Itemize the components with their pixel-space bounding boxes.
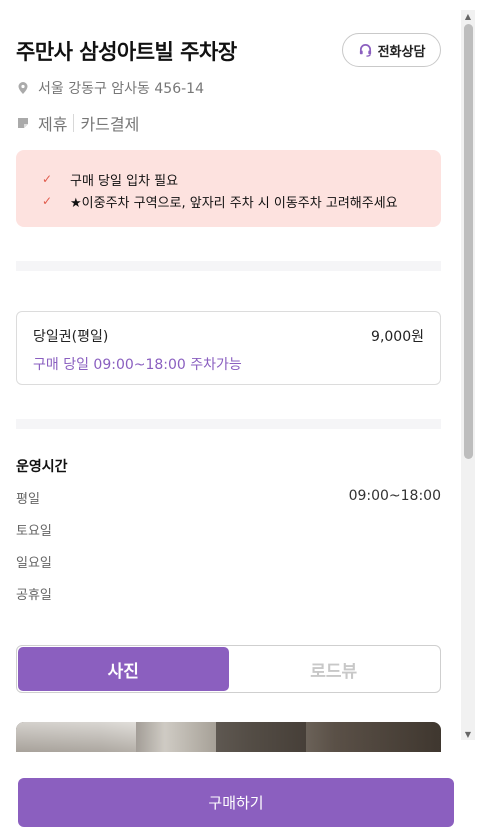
view-toggle: 사진 로드뷰 xyxy=(16,645,441,693)
tag-partner: 제휴 xyxy=(38,115,68,134)
scrollbar-thumb[interactable] xyxy=(464,24,473,459)
tag-card-payment: 카드결제 xyxy=(80,115,140,134)
call-consult-button[interactable]: 전화상담 xyxy=(342,33,441,67)
headset-icon xyxy=(359,43,371,57)
ticket-card[interactable]: 당일권(평일) 9,000원 구매 당일 09:00~18:00 주차가능 xyxy=(16,311,441,385)
notice-text: 구매 당일 입차 필요 xyxy=(70,173,179,189)
call-consult-label: 전화상담 xyxy=(377,44,426,60)
buy-button[interactable]: 구매하기 xyxy=(18,778,454,827)
hours-day: 일요일 xyxy=(16,556,52,571)
check-icon: ✓ xyxy=(42,172,53,186)
address-row: 서울 강동구 암사동 456-14 xyxy=(16,78,204,98)
ticket-price: 9,000원 xyxy=(371,329,424,345)
hours-day: 공휴일 xyxy=(16,588,52,603)
hours-day: 평일 xyxy=(16,492,40,507)
hours-title: 운영시간 xyxy=(16,459,68,475)
ticket-name: 당일권(평일) xyxy=(33,329,109,345)
hours-time: 09:00~18:00 xyxy=(348,488,441,504)
ticket-availability: 구매 당일 09:00~18:00 주차가능 xyxy=(33,357,242,373)
hours-row-sunday: 일요일 xyxy=(16,552,441,571)
scroll-down-arrow-icon[interactable]: ▼ xyxy=(461,728,475,740)
scroll-up-arrow-icon[interactable]: ▲ xyxy=(461,10,475,22)
tag-divider xyxy=(73,114,75,132)
address-text: 서울 강동구 암사동 456-14 xyxy=(38,81,204,97)
check-icon: ✓ xyxy=(42,194,53,208)
notice-box: ✓ 구매 당일 입차 필요 ✓ ★이중주차 구역으로, 앞자리 주차 시 이동주… xyxy=(16,150,441,227)
location-pin-icon xyxy=(18,82,28,94)
parking-photo xyxy=(16,722,441,752)
section-divider xyxy=(16,419,441,429)
hours-day: 토요일 xyxy=(16,524,52,539)
notice-item: ✓ 구매 당일 입차 필요 xyxy=(42,168,441,190)
hours-row-saturday: 토요일 xyxy=(16,520,441,539)
tab-roadview[interactable]: 로드뷰 xyxy=(229,647,440,691)
hours-row-holiday: 공휴일 xyxy=(16,584,441,603)
hours-row-weekday: 평일 09:00~18:00 xyxy=(16,488,441,507)
tag-row: 제휴 카드결제 xyxy=(16,111,139,135)
page-title: 주만사 삼성아트빌 주차장 xyxy=(16,40,237,64)
section-divider xyxy=(16,261,441,271)
tag-icon xyxy=(18,118,28,128)
tab-photo[interactable]: 사진 xyxy=(18,647,229,691)
notice-text: ★이중주차 구역으로, 앞자리 주차 시 이동주차 고려해주세요 xyxy=(70,195,398,211)
notice-item: ✓ ★이중주차 구역으로, 앞자리 주차 시 이동주차 고려해주세요 xyxy=(42,190,441,212)
